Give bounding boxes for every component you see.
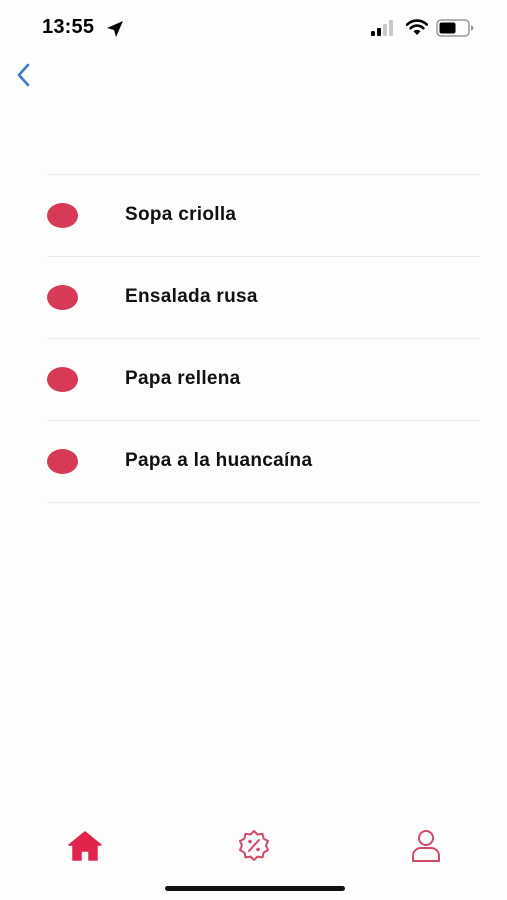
dish-dot	[47, 367, 78, 392]
tab-bar	[0, 820, 507, 870]
battery-icon	[436, 19, 474, 37]
dish-dot	[47, 449, 78, 474]
tab-profile[interactable]	[406, 826, 446, 866]
list-item[interactable]: Ensalada rusa	[47, 257, 480, 339]
cellular-signal-icon	[371, 20, 393, 36]
tab-offers[interactable]	[234, 826, 274, 866]
chevron-left-icon	[17, 63, 30, 87]
home-indicator[interactable]	[165, 886, 345, 891]
screen: 13:55 Sopa criolla Ensalada rusa Papa re…	[0, 0, 507, 900]
status-time: 13:55	[42, 16, 95, 38]
wifi-icon	[405, 19, 429, 35]
dish-dot	[47, 203, 78, 228]
discount-badge-icon	[239, 830, 269, 861]
status-bar: 13:55	[0, 0, 507, 56]
back-button[interactable]	[6, 58, 40, 92]
dish-label: Papa rellena	[125, 368, 241, 389]
dish-list: Sopa criolla Ensalada rusa Papa rellena …	[47, 174, 480, 503]
dish-label: Ensalada rusa	[125, 286, 258, 307]
dish-dot	[47, 285, 78, 310]
dish-label: Sopa criolla	[125, 204, 237, 225]
user-icon	[412, 830, 440, 862]
dish-label: Papa a la huancaína	[125, 450, 313, 471]
list-item[interactable]: Papa a la huancaína	[47, 421, 480, 503]
location-arrow-icon	[107, 21, 123, 37]
home-icon	[68, 831, 102, 861]
list-item[interactable]: Sopa criolla	[47, 175, 480, 257]
tab-home[interactable]	[65, 826, 105, 866]
list-item[interactable]: Papa rellena	[47, 339, 480, 421]
